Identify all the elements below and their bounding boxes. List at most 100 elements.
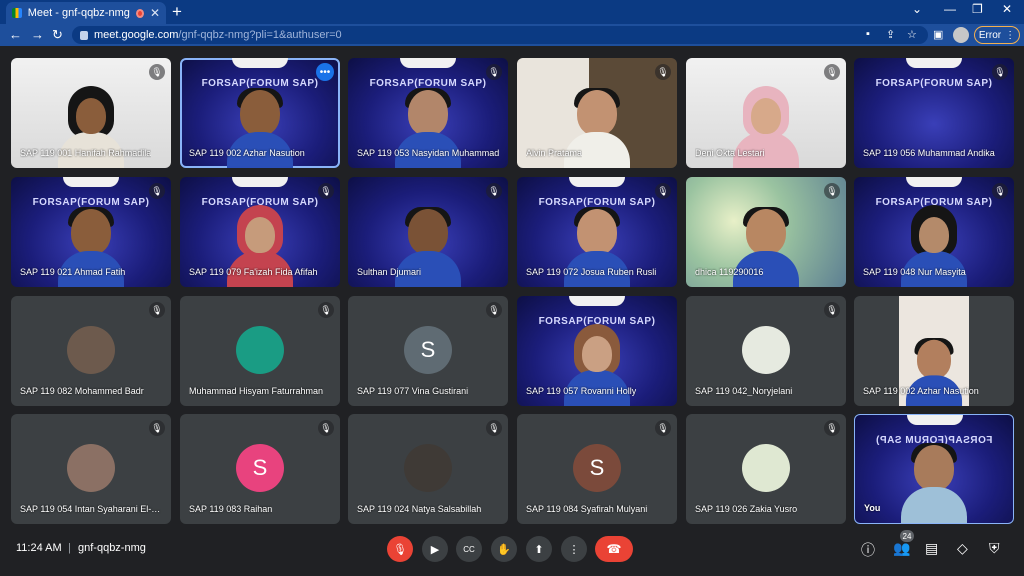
share-icon[interactable]: ⇪ [886, 28, 895, 41]
close-window-icon[interactable]: ✕ [1002, 2, 1012, 16]
chat-icon[interactable]: ▤ [925, 540, 938, 557]
host-controls-icon[interactable]: ⛨ [989, 540, 1000, 557]
address-field[interactable]: meet.google.com/gnf-qqbz-nmg?pli=1&authu… [72, 26, 928, 44]
meeting-code: gnf-qqbz-nmg [78, 542, 146, 554]
present-button[interactable]: ⬆ [526, 536, 552, 562]
minimize-icon[interactable]: — [944, 2, 956, 16]
avatar: S [573, 444, 621, 492]
tab-title: Meet - gnf-qqbz-nmg [27, 7, 130, 19]
forsap-logo [232, 177, 288, 187]
participant-name: SAP 119 001 Hanifah Rahmadila [20, 148, 152, 158]
camera-blocked-icon[interactable]: ▪ [866, 28, 870, 40]
participant-tile[interactable]: FORSAP(FORUM SAP) 🎙 SAP 119 079 Fa'izah … [180, 177, 340, 287]
self-name: You [864, 503, 881, 513]
browser-tabbar: Meet - gnf-qqbz-nmg ✕ + ⌄ — ❐ ✕ [0, 0, 1024, 24]
participant-tile[interactable]: FORSAP(FORUM SAP) 🎙 SAP 119 056 Muhammad… [854, 58, 1014, 168]
mic-off-icon: 🎙 [655, 420, 671, 436]
participant-name: SAP 119 053 Nasyidan Muhammad [357, 148, 500, 158]
activities-icon[interactable]: ◇ [957, 540, 968, 557]
participant-tile[interactable]: S 🎙 SAP 119 077 Vina Gustirani [348, 296, 508, 406]
captions-button[interactable]: CC [456, 536, 482, 562]
participant-tile[interactable]: 🎙 dhica 119290016 [686, 177, 846, 287]
mic-off-icon: 🎙 [655, 64, 671, 80]
forward-icon[interactable]: → [31, 27, 44, 42]
participant-name: SAP 119 082 Mohammed Badr [20, 386, 144, 396]
meeting-controls-bar: 11:24 AM | gnf-qqbz-nmg 🎙 ▶ CC ✋ ⬆ ⋮ ☎ ⓘ… [0, 528, 1024, 576]
raise-hand-button[interactable]: ✋ [491, 536, 517, 562]
more-options-button[interactable]: ⋮ [561, 536, 587, 562]
reload-icon[interactable]: ↻ [52, 27, 63, 43]
mic-off-icon: 🎙 [824, 302, 840, 318]
mic-off-icon: 🎙 [992, 183, 1008, 199]
close-tab-icon[interactable]: ✕ [150, 6, 160, 20]
info-icon[interactable]: ⓘ [861, 540, 875, 560]
mic-off-icon: 🎙 [318, 183, 334, 199]
participant-tile[interactable]: 🎙 Muhammad Hisyam Faturrahman [180, 296, 340, 406]
forsap-logo [906, 177, 962, 187]
participant-tile[interactable]: 🎙 Alvin Pratama [517, 58, 677, 168]
error-button[interactable]: Error ⋮ [974, 26, 1020, 44]
participant-name: SAP 119 083 Raihan [189, 504, 273, 514]
mic-off-icon: 🎙 [655, 183, 671, 199]
participant-tile[interactable]: 🎙 SAP 119 042_Noryjelani [686, 296, 846, 406]
mic-off-icon: 🎙 [824, 64, 840, 80]
participant-name: SAP 119 056 Muhammad Andika [863, 148, 995, 158]
participant-tile[interactable]: 🎙 SAP 119 082 Mohammed Badr [11, 296, 171, 406]
participant-tile[interactable]: 🎙 SAP 119 026 Zakia Yusro [686, 414, 846, 524]
hand-icon: ✋ [497, 543, 511, 556]
participant-tile[interactable]: FORSAP(FORUM SAP) 🎙 SAP 119 072 Josua Ru… [517, 177, 677, 287]
lock-icon[interactable] [80, 30, 88, 40]
participant-name: SAP 119 002 Azhar Nasution [863, 386, 979, 396]
tab-meet[interactable]: Meet - gnf-qqbz-nmg ✕ [6, 2, 166, 24]
participant-tile[interactable]: 🎙 Deni Okta Lestari [686, 58, 846, 168]
camera-toggle-button[interactable]: ▶ [422, 536, 448, 562]
people-icon[interactable]: 👥 [893, 540, 910, 557]
mic-off-icon: 🎙 [486, 64, 502, 80]
participant-tile[interactable]: FORSAP(FORUM SAP) ••• SAP 119 002 Azhar … [180, 58, 340, 168]
participant-tile[interactable]: FORSAP(FORUM SAP) 🎙 SAP 119 053 Nasyidan… [348, 58, 508, 168]
address-bar-row: ← → ↻ meet.google.com/gnf-qqbz-nmg?pli=1… [0, 24, 1024, 46]
participant-name: SAP 119 054 Intan Syaharani El-Syam [20, 504, 165, 514]
participant-tile[interactable]: FORSAP(FORUM SAP) 🎙 SAP 119 048 Nur Masy… [854, 177, 1014, 287]
participant-tile[interactable]: S 🎙 SAP 119 084 Syafirah Mulyani [517, 414, 677, 524]
participant-tile[interactable]: 🎙 SAP 119 024 Natya Salsabillah [348, 414, 508, 524]
captions-icon: CC [463, 544, 475, 554]
participant-name: SAP 119 026 Zakia Yusro [695, 504, 798, 514]
forsap-logo [232, 58, 288, 68]
new-tab-icon[interactable]: + [172, 2, 182, 22]
mic-off-icon: 🎙 [318, 302, 334, 318]
participant-count-badge: 24 [900, 530, 914, 542]
participant-name: SAP 119 079 Fa'izah Fida Afifah [189, 267, 318, 277]
participant-name: dhica 119290016 [695, 267, 764, 277]
avatar [67, 326, 115, 374]
more-options-icon[interactable]: ••• [316, 63, 334, 81]
participant-tile[interactable]: S 🎙 SAP 119 083 Raihan [180, 414, 340, 524]
meet-favicon-icon [12, 8, 22, 18]
forsap-banner: FORSAP(FORUM SAP) [875, 78, 993, 89]
participant-tile[interactable]: SAP 119 002 Azhar Nasution [854, 296, 1014, 406]
self-video [901, 443, 967, 523]
mic-toggle-button[interactable]: 🎙 [387, 536, 413, 562]
mic-off-icon: 🎙 [149, 420, 165, 436]
star-icon[interactable]: ☆ [907, 28, 917, 41]
participant-name: Sulthan Djumari [357, 267, 422, 277]
separator: | [68, 542, 71, 554]
leave-call-button[interactable]: ☎ [595, 536, 633, 562]
sidebar-icon[interactable]: ▣ [933, 28, 943, 41]
forsap-logo [569, 177, 625, 187]
participant-tile[interactable]: 🎙 SAP 119 001 Hanifah Rahmadila [11, 58, 171, 168]
self-view-tile[interactable]: FORSAP(FORUM SAP) You [854, 414, 1014, 524]
restore-icon[interactable]: ❐ [972, 2, 983, 16]
profile-avatar[interactable] [953, 27, 969, 43]
participant-tile[interactable]: 🎙 SAP 119 054 Intan Syaharani El-Syam [11, 414, 171, 524]
back-icon[interactable]: ← [9, 27, 22, 42]
participant-tile[interactable]: 🎙 Sulthan Djumari [348, 177, 508, 287]
participant-name: SAP 119 084 Syafirah Mulyani [526, 504, 648, 514]
error-label: Error [978, 29, 1002, 41]
participant-tile[interactable]: FORSAP(FORUM SAP) SAP 119 057 Rovanni Ho… [517, 296, 677, 406]
participant-tile[interactable]: FORSAP(FORUM SAP) 🎙 SAP 119 021 Ahmad Fa… [11, 177, 171, 287]
clock: 11:24 AM [16, 542, 62, 554]
tab-search-icon[interactable]: ⌄ [912, 2, 922, 16]
participant-name: Deni Okta Lestari [695, 148, 765, 158]
mic-off-icon: 🎙 [824, 420, 840, 436]
